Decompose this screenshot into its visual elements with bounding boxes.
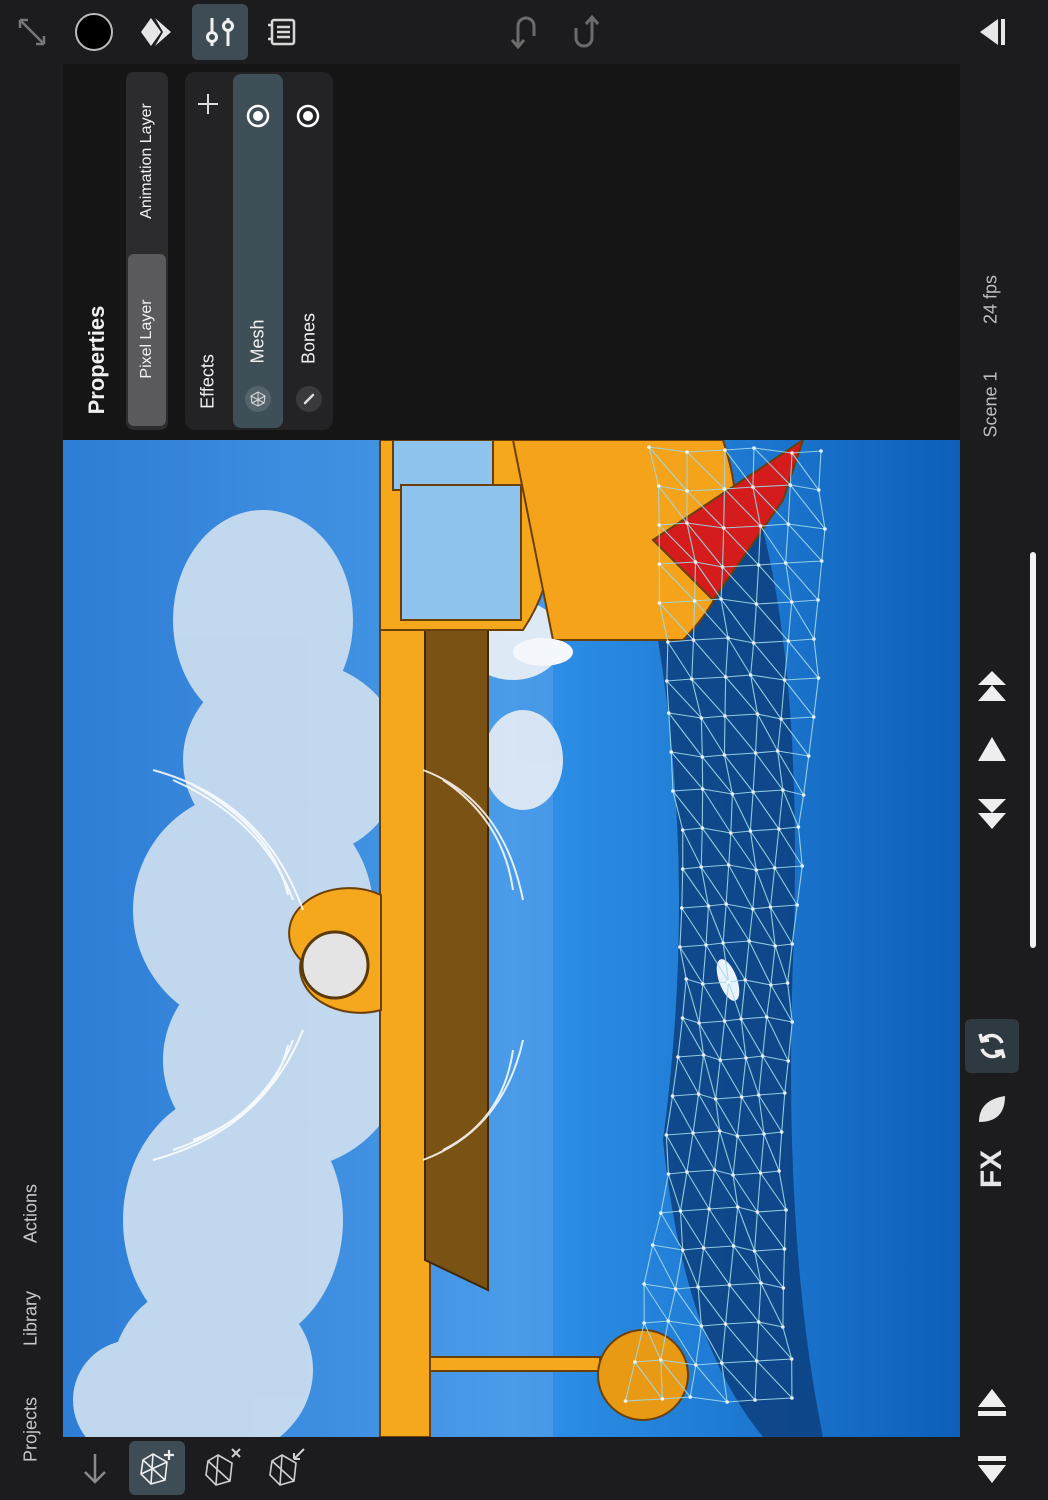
redo-icon[interactable] [558,4,614,60]
layer-up-icon[interactable] [965,722,1019,776]
scene-label[interactable]: Scene 1 [981,345,1002,465]
eject-up-icon[interactable] [965,1376,1019,1430]
tab-projects[interactable]: Projects [21,1385,42,1475]
fps-label[interactable]: 24 fps [981,255,1002,345]
hull-side [424,578,489,1292]
loop-icon[interactable] [965,1019,1019,1073]
expand-icon[interactable] [4,4,60,60]
mesh-label: Mesh [247,319,268,364]
layer-to-bottom-icon[interactable] [965,786,1019,840]
segment-pixel-layer-label: Pixel Layer [138,299,155,379]
rear-post [429,1356,601,1372]
add-effect-icon[interactable] [194,90,222,118]
rear-buoy [597,1329,689,1421]
tab-library[interactable]: Library [21,1279,42,1359]
arrow-down-icon[interactable] [78,1450,112,1486]
cut-mesh-icon[interactable] [202,1445,244,1489]
propeller-hub [300,930,370,1000]
tab-actions[interactable]: Actions [21,1174,42,1254]
adjustments-icon[interactable] [192,4,248,60]
drawing-canvas[interactable] [63,440,960,1437]
color-swatch[interactable] [66,4,122,60]
bones-label[interactable]: Bones [299,299,320,379]
bones-visibility-icon[interactable] [294,102,322,130]
segment-animation-layer-label[interactable]: Animation Layer [138,91,156,231]
layer-to-top-icon[interactable] [965,660,1019,714]
eject-down-icon[interactable] [965,1442,1019,1496]
onion-skin-icon[interactable] [965,1082,1019,1136]
edit-mesh-icon[interactable] [266,1445,308,1489]
top-toolbar [0,0,1048,64]
cabin-window-2 [400,484,522,621]
add-mesh-icon[interactable] [129,1441,185,1495]
collapse-panel-icon[interactable] [964,4,1020,60]
wave-foam [513,638,573,666]
timeline-scrollbar[interactable] [1030,552,1036,948]
mesh-icon [245,386,271,412]
properties-title: Properties [84,305,109,415]
mesh-visibility-icon[interactable] [244,102,272,130]
cabin-window-1 [392,440,494,491]
layers-icon[interactable] [128,4,184,60]
effects-label: Effects [197,354,218,409]
fx-button[interactable]: FX [975,1139,1009,1199]
timeline-icon[interactable] [254,4,310,60]
bone-icon [296,386,322,412]
undo-icon[interactable] [496,4,552,60]
